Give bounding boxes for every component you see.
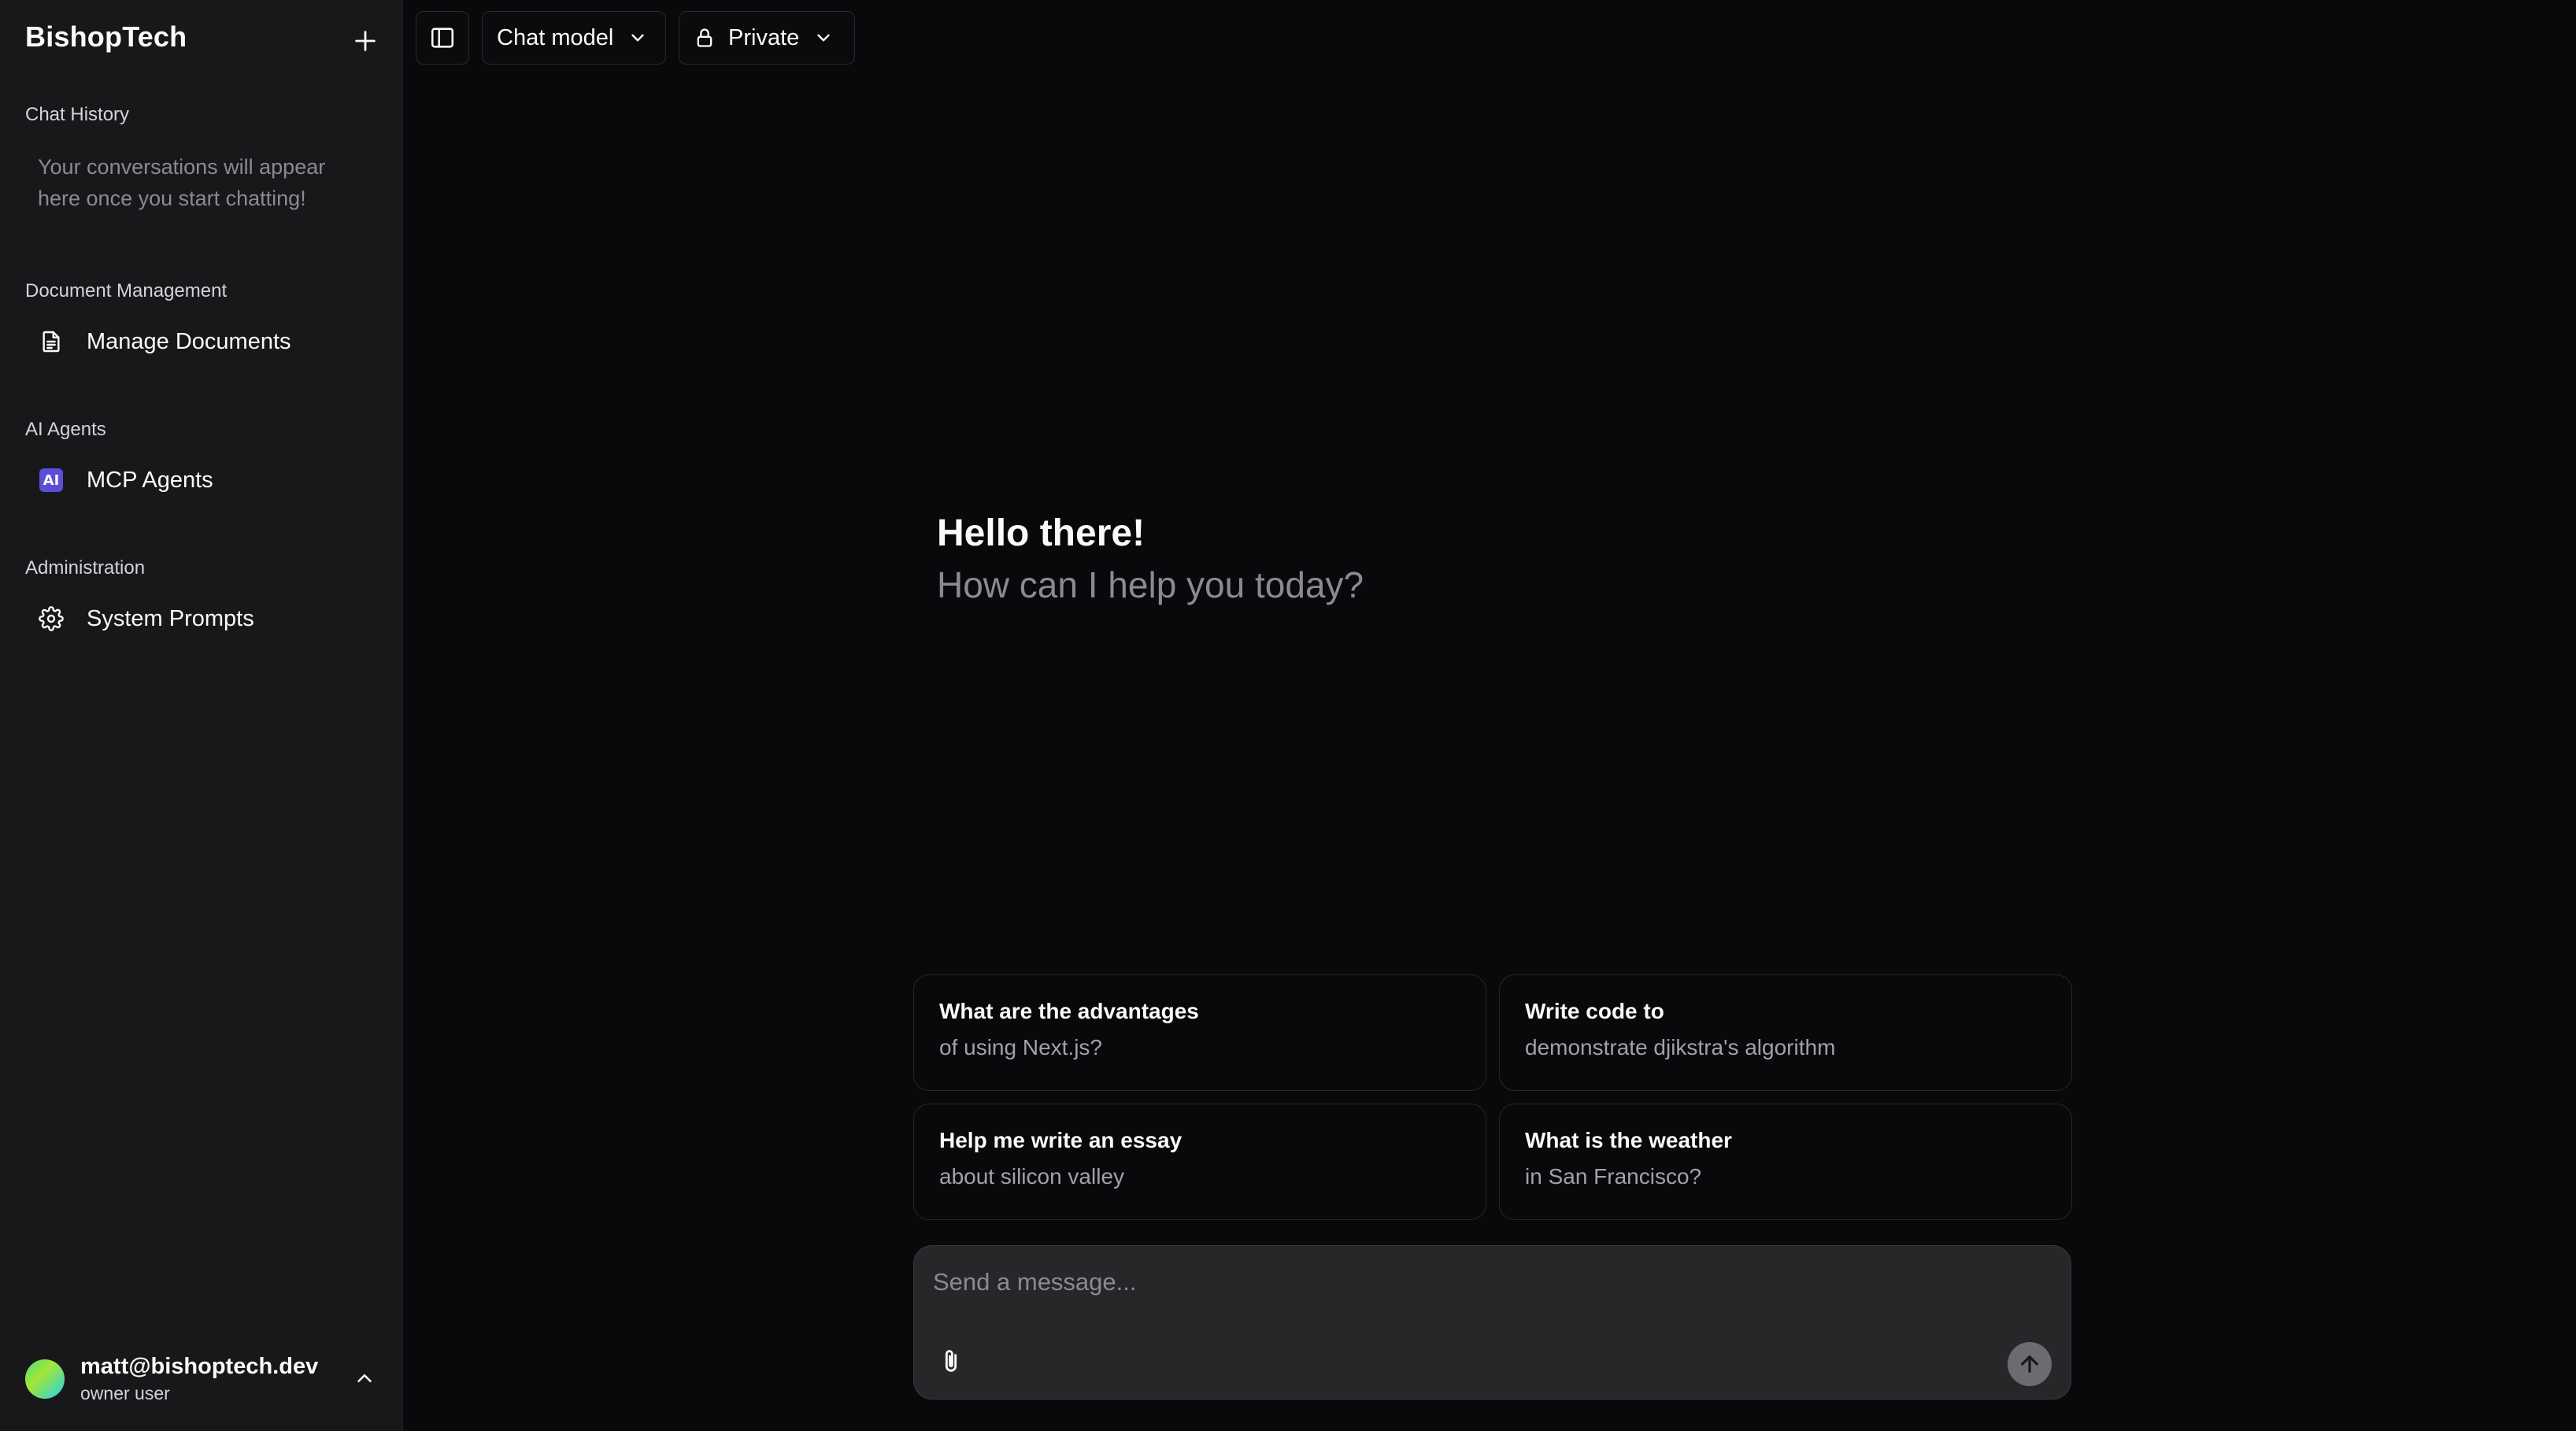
message-composer bbox=[913, 1245, 2071, 1400]
ai-badge: AI bbox=[39, 468, 63, 492]
suggestion-title: Help me write an essay bbox=[939, 1128, 1183, 1152]
visibility-selector[interactable]: Private bbox=[679, 11, 855, 65]
user-role: owner user bbox=[80, 1383, 170, 1403]
app-root: BishopTech Chat History Your conversatio… bbox=[0, 0, 2576, 1431]
document-icon bbox=[38, 328, 65, 355]
sidebar-item-label: System Prompts bbox=[87, 605, 254, 631]
ai-agents-label: AI Agents bbox=[25, 419, 106, 440]
model-selector[interactable]: Chat model bbox=[482, 11, 666, 65]
chevron-up-icon bbox=[353, 1366, 376, 1394]
avatar bbox=[25, 1359, 65, 1399]
greeting-title: Hello there! bbox=[937, 512, 1146, 554]
suggestion-card[interactable]: What are the advantages of using Next.js… bbox=[913, 974, 1486, 1091]
visibility-label: Private bbox=[728, 24, 800, 50]
suggestion-card[interactable]: What is the weather in San Francisco? bbox=[1499, 1104, 2072, 1220]
suggestion-title: Write code to bbox=[1525, 999, 1664, 1023]
send-button[interactable] bbox=[2008, 1342, 2052, 1386]
user-email: matt@bishoptech.dev bbox=[80, 1354, 319, 1379]
gear-icon bbox=[38, 605, 65, 632]
administration-label: Administration bbox=[25, 557, 146, 579]
sidebar-item-label: Manage Documents bbox=[87, 328, 291, 354]
message-input[interactable] bbox=[933, 1263, 1956, 1301]
greeting-subtitle: How can I help you today? bbox=[937, 564, 1364, 605]
suggestion-card[interactable]: Help me write an essay about silicon val… bbox=[913, 1104, 1486, 1220]
attach-button[interactable] bbox=[933, 1344, 969, 1380]
lock-icon bbox=[697, 28, 712, 47]
toggle-sidebar-button[interactable] bbox=[416, 11, 469, 65]
sidebar-item-label: MCP Agents bbox=[87, 467, 213, 493]
chevron-down-icon bbox=[817, 34, 830, 42]
suggestion-detail: of using Next.js? bbox=[939, 1035, 1102, 1059]
brand-title[interactable]: BishopTech bbox=[25, 20, 187, 54]
suggestion-detail: in San Francisco? bbox=[1525, 1164, 1702, 1189]
sidebar-item-manage-documents[interactable]: Manage Documents bbox=[24, 316, 378, 367]
suggestion-title: What are the advantages bbox=[939, 999, 1199, 1023]
suggestion-detail: demonstrate djikstra's algorithm bbox=[1525, 1035, 1836, 1059]
plus-icon bbox=[355, 31, 376, 51]
user-info: matt@bishoptech.dev owner user bbox=[80, 1354, 318, 1404]
user-menu[interactable]: matt@bishoptech.dev owner user bbox=[19, 1348, 386, 1411]
ai-icon: AI bbox=[38, 467, 65, 494]
sidebar-item-mcp-agents[interactable]: AI MCP Agents bbox=[24, 455, 378, 505]
sidebar: BishopTech Chat History Your conversatio… bbox=[0, 0, 403, 1431]
suggestion-card[interactable]: Write code to demonstrate djikstra's alg… bbox=[1499, 974, 2072, 1091]
document-management-label: Document Management bbox=[25, 280, 228, 301]
sidebar-item-system-prompts[interactable]: System Prompts bbox=[24, 593, 378, 644]
sidebar-toggle-icon bbox=[431, 28, 454, 48]
chat-history-label: Chat History bbox=[25, 104, 130, 125]
paperclip-icon bbox=[945, 1350, 957, 1372]
arrow-up-icon bbox=[2021, 1355, 2038, 1373]
suggestion-detail: about silicon valley bbox=[939, 1164, 1125, 1189]
chevron-down-icon bbox=[631, 34, 645, 42]
history-empty-message: Your conversations will appear here once… bbox=[38, 155, 326, 210]
model-selector-label: Chat model bbox=[497, 24, 614, 50]
suggestion-title: What is the weather bbox=[1525, 1128, 1732, 1152]
new-chat-button[interactable] bbox=[345, 20, 386, 61]
